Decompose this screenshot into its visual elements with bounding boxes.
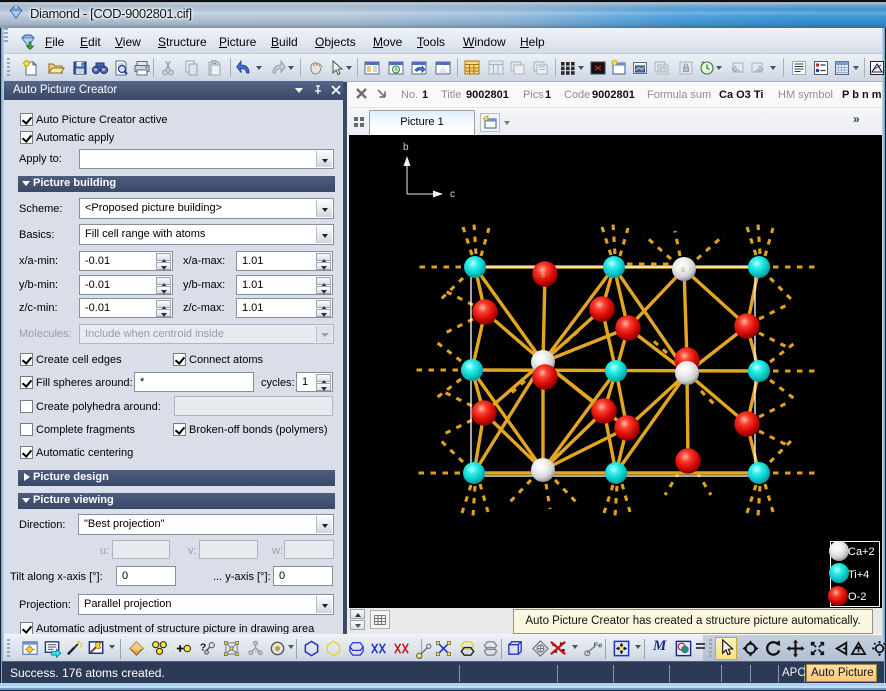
svg-text:Ti+4: Ti+4 <box>848 569 869 581</box>
svg-text:O-2: O-2 <box>848 591 866 603</box>
svg-text:s: s <box>681 265 685 274</box>
svg-text:c: c <box>450 189 455 200</box>
svg-text:b: b <box>403 142 409 153</box>
svg-text:s: s <box>541 270 545 279</box>
svg-text:Ca+2: Ca+2 <box>848 546 875 558</box>
svg-text:Fe: Fe <box>593 641 602 650</box>
